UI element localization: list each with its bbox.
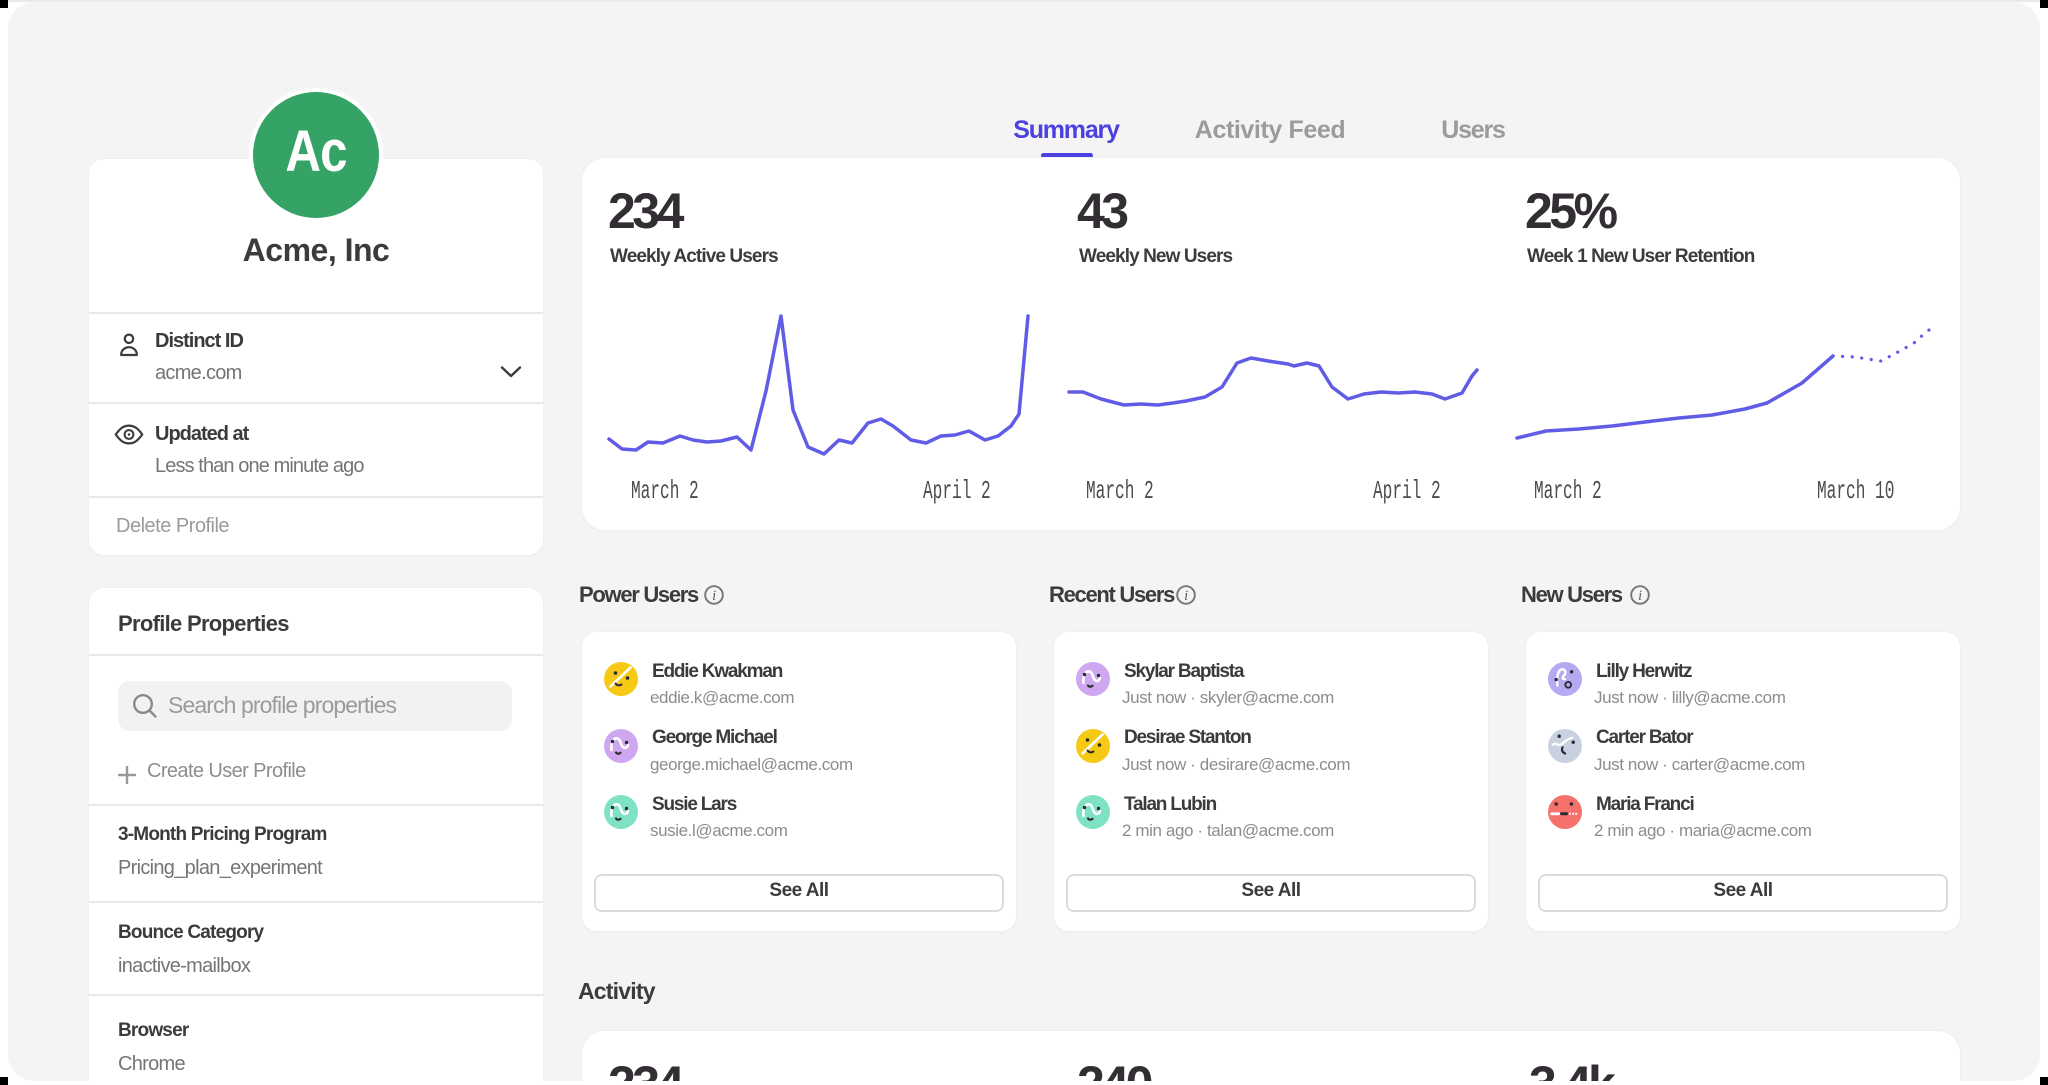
svg-text:i: i	[712, 588, 716, 604]
svg-text:i: i	[1184, 588, 1188, 604]
svg-text:i: i	[1638, 588, 1642, 604]
